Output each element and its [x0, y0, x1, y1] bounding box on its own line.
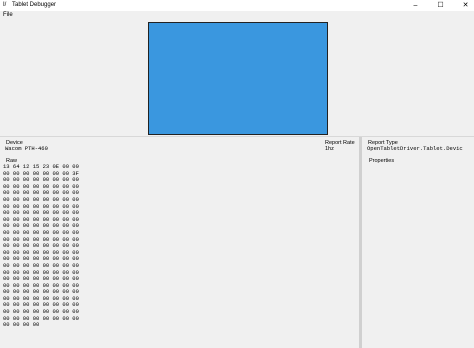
raw-line: 00 00 00 00 — [3, 321, 40, 329]
tablet-app-icon: I/ — [3, 2, 7, 8]
report-rate-value: 1hz — [325, 146, 334, 152]
tablet-visualizer — [148, 22, 328, 135]
menu-file[interactable]: File — [3, 12, 13, 19]
device-value: Wacom PTH-460 — [5, 145, 48, 152]
title-bar: I/ Tablet Debugger – ☐ ✕ — [0, 0, 474, 11]
report-type-value: OpenTabletDriver.Tablet.Devic — [367, 145, 463, 152]
properties-panel — [364, 164, 472, 346]
close-button[interactable]: ✕ — [454, 0, 474, 11]
minimize-button[interactable]: – — [404, 0, 427, 11]
horizontal-divider — [0, 136, 474, 137]
window-title: Tablet Debugger — [12, 2, 57, 8]
properties-label: Properties — [369, 158, 395, 164]
maximize-button[interactable]: ☐ — [429, 0, 452, 11]
panel-splitter[interactable] — [359, 137, 362, 348]
raw-line: 00 00 00 00 00 00 00 00 — [3, 314, 79, 322]
raw-report-list: 13 64 12 15 23 0E 00 00 00 00 00 00 00 00… — [3, 163, 358, 348]
menu-bar: File — [0, 11, 474, 19]
